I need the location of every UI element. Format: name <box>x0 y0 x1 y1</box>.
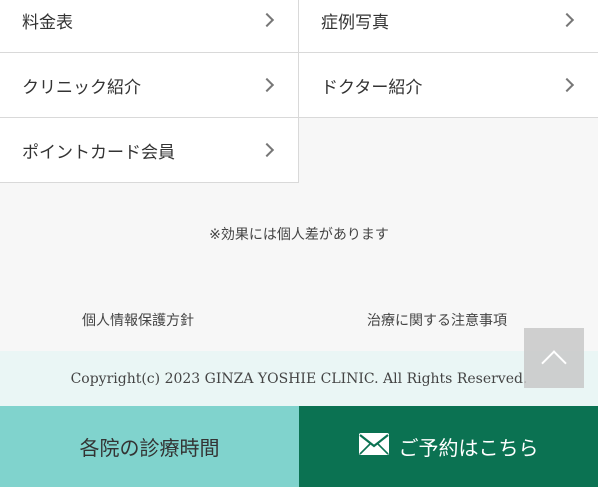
mail-icon <box>358 433 389 460</box>
effect-disclaimer: ※効果には個人差があります <box>209 227 389 243</box>
menu-item-label: ドクター紹介 <box>321 77 423 98</box>
menu-item-case-photos[interactable]: 症例写真 <box>299 0 598 53</box>
copyright-text: Copyright(c) 2023 GINZA YOSHIE CLINIC. A… <box>70 370 528 387</box>
menu-item-doctor-intro[interactable]: ドクター紹介 <box>299 53 598 118</box>
clinic-hours-button[interactable]: 各院の診療時間 <box>0 406 299 487</box>
chevron-right-icon <box>559 77 575 93</box>
menu-item-label: クリニック紹介 <box>22 77 141 98</box>
menu-item-label: 料金表 <box>22 12 73 33</box>
clinic-hours-label: 各院の診療時間 <box>79 436 220 460</box>
treatment-caution-link[interactable]: 治療に関する注意事項 <box>367 310 507 330</box>
reservation-button[interactable]: ご予約はこちら <box>299 406 598 487</box>
reservation-label: ご予約はこちら <box>398 436 539 460</box>
back-to-top-button[interactable] <box>524 328 584 388</box>
privacy-policy-link[interactable]: 個人情報保護方針 <box>82 310 194 330</box>
chevron-right-icon <box>259 142 275 158</box>
menu-item-clinic-intro[interactable]: クリニック紹介 <box>0 53 299 118</box>
chevron-right-icon <box>259 12 275 28</box>
menu-item-label: 症例写真 <box>321 12 389 33</box>
menu-item-label: ポイントカード会員 <box>22 142 175 163</box>
chevron-right-icon <box>259 77 275 93</box>
menu-item-point-card[interactable]: ポイントカード会員 <box>0 118 299 183</box>
chevron-right-icon <box>559 12 575 28</box>
menu-item-price-list[interactable]: 料金表 <box>0 0 299 53</box>
copyright-bar: Copyright(c) 2023 GINZA YOSHIE CLINIC. A… <box>0 351 598 406</box>
chevron-up-icon <box>541 350 567 376</box>
